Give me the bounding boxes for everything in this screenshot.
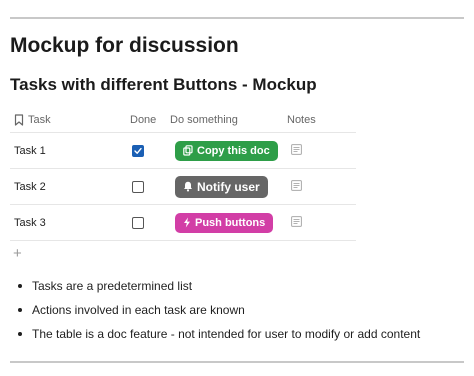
done-cell [130,168,170,205]
done-checkbox[interactable] [132,180,144,193]
table-row: Task 3 Push buttons [10,204,356,241]
add-row-button[interactable]: + [13,245,22,262]
section-heading: Tasks with different Buttons - Mockup [10,75,317,94]
task-name-cell[interactable]: Task 3 [10,204,130,241]
column-header-done[interactable]: Done [130,107,170,133]
notes-icon[interactable] [291,215,302,230]
page-title: Mockup for discussion [10,34,239,57]
done-checkbox[interactable] [132,216,144,229]
lightning-icon [184,217,190,228]
bell-icon [184,181,192,192]
column-header-action[interactable]: Do something [170,107,287,133]
list-item: Actions involved in each task are known [10,298,420,322]
notes-icon[interactable] [291,179,302,194]
notes-icon[interactable] [291,143,302,158]
notes-cell[interactable] [287,132,356,169]
list-item-text: Actions involved in each task are known [32,303,245,317]
doc-page: Mockup for discussion Tasks with differe… [0,0,474,376]
tasks-table: Task Done Do something Notes Task 1 Copy… [10,107,356,241]
notify-user-button[interactable]: Notify user [175,175,268,198]
bullet-dot [18,332,22,336]
action-cell: Notify user [170,168,287,205]
table-row: Task 1 Copy this doc [10,132,356,169]
list-item: Tasks are a predetermined list [10,274,420,298]
done-checkbox[interactable] [132,144,144,157]
push-buttons-button[interactable]: Push buttons [175,212,274,233]
push-buttons-button-label: Push buttons [195,216,266,229]
notes-cell[interactable] [287,204,356,241]
action-cell: Push buttons [170,204,287,241]
notes-cell[interactable] [287,168,356,205]
bullet-dot [18,308,22,312]
notify-user-button-label: Notify user [197,179,260,194]
top-divider [10,17,464,19]
column-header-notes[interactable]: Notes [287,107,356,133]
action-cell: Copy this doc [170,132,287,169]
table-header-row: Task Done Do something Notes [10,107,356,133]
list-item: The table is a doc feature - not intende… [10,322,420,346]
task-name-cell[interactable]: Task 1 [10,132,130,169]
done-cell [130,132,170,169]
copy-icon [183,145,193,156]
done-cell [130,204,170,241]
copy-this-doc-button-label: Copy this doc [197,144,270,157]
bullet-list: Tasks are a predetermined list Actions i… [10,274,420,346]
bottom-divider [10,361,464,363]
bookmark-icon [14,113,24,126]
list-item-text: Tasks are a predetermined list [32,279,193,293]
bullet-dot [18,284,22,288]
table-row: Task 2 Notify user [10,168,356,205]
column-header-task[interactable]: Task [10,107,130,133]
check-icon [134,147,142,154]
column-header-task-label: Task [28,113,51,126]
list-item-text: The table is a doc feature - not intende… [32,327,421,341]
copy-this-doc-button[interactable]: Copy this doc [175,140,278,161]
task-name-cell[interactable]: Task 2 [10,168,130,205]
